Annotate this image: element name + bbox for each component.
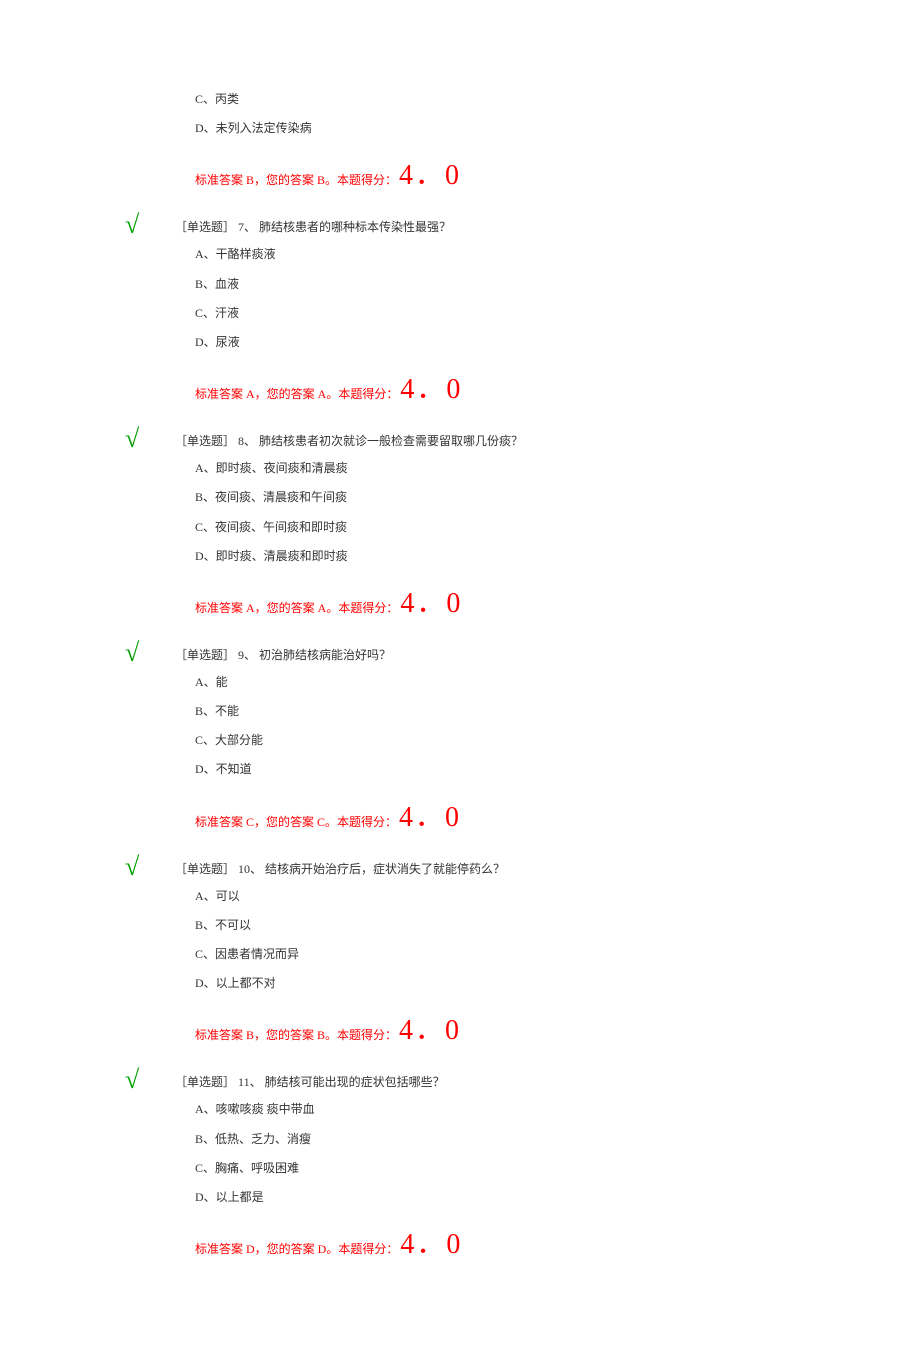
options-list: A、可以 B、不可以 C、因患者情况而异 D、以上都不对 — [195, 887, 880, 994]
score-value: 4．0 — [400, 367, 462, 407]
question-type: ［单选题］ — [175, 220, 235, 234]
partial-question-block: C、丙类 D、未列入法定传染病 标准答案 B，您的答案 B。本题得分： 4．0 — [155, 90, 880, 193]
option-item: B、血液 — [195, 275, 880, 294]
option-item: D、尿液 — [195, 333, 880, 352]
question-number: 8、 — [238, 434, 256, 448]
option-item: D、即时痰、清晨痰和即时痰 — [195, 547, 880, 566]
question-block: √ ［单选题］ 7、 肺结核患者的哪种标本传染性最强？ A、干酪样痰液 B、血液… — [155, 218, 880, 407]
answer-line: 标准答案 B，您的答案 B。本题得分： 4．0 — [195, 1008, 880, 1048]
correct-checkmark-icon: √ — [125, 424, 139, 454]
answer-text: 标准答案 A，您的答案 A。本题得分： — [195, 599, 398, 616]
answer-text: 标准答案 B，您的答案 B。本题得分： — [195, 1026, 397, 1043]
question-text: 肺结核患者的哪种标本传染性最强？ — [259, 220, 451, 234]
options-list: A、能 B、不能 C、大部分能 D、不知道 — [195, 673, 880, 780]
option-item: A、干酪样痰液 — [195, 245, 880, 264]
question-type: ［单选题］ — [175, 434, 235, 448]
answer-line: 标准答案 B，您的答案 B。本题得分： 4．0 — [195, 153, 880, 193]
option-item: A、即时痰、夜间痰和清晨痰 — [195, 459, 880, 478]
correct-checkmark-icon: √ — [125, 852, 139, 882]
partial-options-list: C、丙类 D、未列入法定传染病 — [195, 90, 880, 138]
option-item: A、咳嗽咳痰 痰中带血 — [195, 1100, 880, 1119]
option-item: C、汗液 — [195, 304, 880, 323]
question-text: 结核病开始治疗后，症状消失了就能停药么？ — [265, 862, 505, 876]
question-number: 7、 — [238, 220, 256, 234]
score-value: 4．0 — [399, 1008, 461, 1048]
option-item: B、夜间痰、清晨痰和午间痰 — [195, 488, 880, 507]
question-block: √ ［单选题］ 9、 初治肺结核病能治好吗？ A、能 B、不能 C、大部分能 D… — [155, 646, 880, 835]
score-value: 4．0 — [400, 1222, 462, 1262]
score-value: 4．0 — [399, 153, 461, 193]
answer-text: 标准答案 C，您的答案 C。本题得分： — [195, 813, 397, 830]
question-type: ［单选题］ — [175, 1075, 235, 1089]
option-item: D、以上都不对 — [195, 974, 880, 993]
question-header: ［单选题］ 10、 结核病开始治疗后，症状消失了就能停药么？ — [175, 860, 880, 877]
score-value: 4．0 — [400, 581, 462, 621]
question-number: 10、 — [238, 862, 262, 876]
options-list: A、即时痰、夜间痰和清晨痰 B、夜间痰、清晨痰和午间痰 C、夜间痰、午间痰和即时… — [195, 459, 880, 566]
options-list: A、咳嗽咳痰 痰中带血 B、低热、乏力、消瘦 C、胸痛、呼吸困难 D、以上都是 — [195, 1100, 880, 1207]
question-header: ［单选题］ 9、 初治肺结核病能治好吗？ — [175, 646, 880, 663]
option-item: C、因患者情况而异 — [195, 945, 880, 964]
answer-text: 标准答案 D，您的答案 D。本题得分： — [195, 1240, 398, 1257]
question-number: 11、 — [238, 1075, 262, 1089]
option-item: A、能 — [195, 673, 880, 692]
answer-text: 标准答案 A，您的答案 A。本题得分： — [195, 385, 398, 402]
option-item: B、不可以 — [195, 916, 880, 935]
correct-checkmark-icon: √ — [125, 1065, 139, 1095]
question-block: √ ［单选题］ 11、 肺结核可能出现的症状包括哪些？ A、咳嗽咳痰 痰中带血 … — [155, 1073, 880, 1262]
score-value: 4．0 — [399, 795, 461, 835]
question-text: 初治肺结核病能治好吗？ — [259, 648, 391, 662]
option-item: C、丙类 — [195, 90, 880, 109]
option-item: C、胸痛、呼吸困难 — [195, 1159, 880, 1178]
answer-line: 标准答案 D，您的答案 D。本题得分： 4．0 — [195, 1222, 880, 1262]
option-item: B、低热、乏力、消瘦 — [195, 1130, 880, 1149]
question-header: ［单选题］ 11、 肺结核可能出现的症状包括哪些？ — [175, 1073, 880, 1090]
option-item: A、可以 — [195, 887, 880, 906]
question-number: 9、 — [238, 648, 256, 662]
answer-text: 标准答案 B，您的答案 B。本题得分： — [195, 171, 397, 188]
question-block: √ ［单选题］ 10、 结核病开始治疗后，症状消失了就能停药么？ A、可以 B、… — [155, 860, 880, 1049]
option-item: C、大部分能 — [195, 731, 880, 750]
question-header: ［单选题］ 8、 肺结核患者初次就诊一般检查需要留取哪几份痰？ — [175, 432, 880, 449]
question-text: 肺结核患者初次就诊一般检查需要留取哪几份痰？ — [259, 434, 523, 448]
question-text: 肺结核可能出现的症状包括哪些？ — [265, 1075, 445, 1089]
option-item: D、未列入法定传染病 — [195, 119, 880, 138]
correct-checkmark-icon: √ — [125, 638, 139, 668]
option-item: C、夜间痰、午间痰和即时痰 — [195, 518, 880, 537]
option-item: B、不能 — [195, 702, 880, 721]
question-block: √ ［单选题］ 8、 肺结核患者初次就诊一般检查需要留取哪几份痰？ A、即时痰、… — [155, 432, 880, 621]
options-list: A、干酪样痰液 B、血液 C、汗液 D、尿液 — [195, 245, 880, 352]
question-type: ［单选题］ — [175, 862, 235, 876]
option-item: D、不知道 — [195, 760, 880, 779]
question-type: ［单选题］ — [175, 648, 235, 662]
option-item: D、以上都是 — [195, 1188, 880, 1207]
answer-line: 标准答案 A，您的答案 A。本题得分： 4．0 — [195, 367, 880, 407]
answer-line: 标准答案 A，您的答案 A。本题得分： 4．0 — [195, 581, 880, 621]
question-header: ［单选题］ 7、 肺结核患者的哪种标本传染性最强？ — [175, 218, 880, 235]
answer-line: 标准答案 C，您的答案 C。本题得分： 4．0 — [195, 795, 880, 835]
correct-checkmark-icon: √ — [125, 210, 139, 240]
